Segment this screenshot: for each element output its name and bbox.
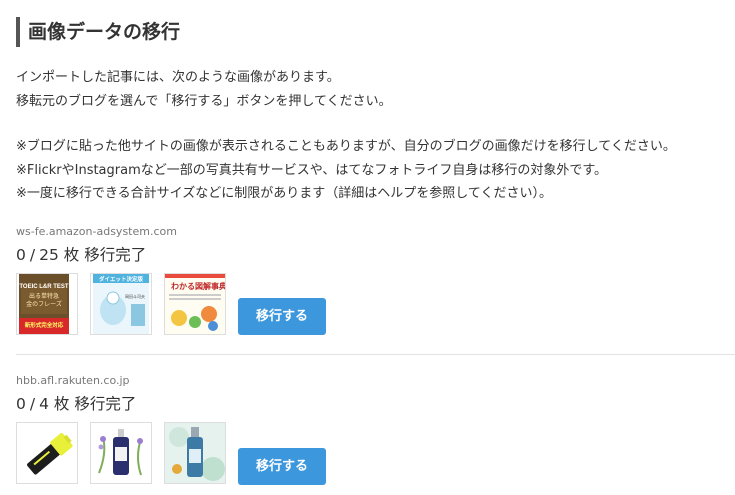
note-line: ※ブログに貼った他サイトの画像が表示されることもありますが、自分のブログの画像だ… xyxy=(16,139,676,154)
migration-count: 0/4 枚 移行完了 xyxy=(16,393,735,415)
migrate-button[interactable]: 移行する xyxy=(238,448,326,485)
intro-line: インポートした記事には、次のような画像があります。 xyxy=(16,70,340,85)
thumbnail-list: TOEIC L&R TEST 出る単特急 金のフレーズ 新形式完全対応 ダイエッ… xyxy=(16,273,226,335)
migration-count: 0/25 枚 移行完了 xyxy=(16,244,735,266)
lavender-spray-thumbnail xyxy=(90,422,152,484)
notes-text: ※ブログに貼った他サイトの画像が表示されることもありますが、自分のブログの画像だ… xyxy=(16,135,676,206)
diet-book-thumbnail: ダイエット決定版 岡田斗司夫 xyxy=(90,273,152,335)
count-separator: / xyxy=(29,246,36,264)
highlighter-product-thumbnail xyxy=(16,422,78,484)
note-line: ※FlickrやInstagramなど一部の写真共有サービスや、はてなフォトライ… xyxy=(16,162,608,178)
migrated-count: 0 xyxy=(16,246,26,264)
section-divider xyxy=(16,354,735,355)
total-count: 4 xyxy=(39,395,49,413)
migrated-count: 0 xyxy=(16,395,26,413)
intro-line: 移転元のブログを選んで「移行する」ボタンを押してください。 xyxy=(16,93,392,109)
total-count: 25 xyxy=(39,246,59,264)
illustrated-dictionary-thumbnail: わかる図解事典 xyxy=(164,273,226,335)
diet-title-text: ダイエット決定版 xyxy=(99,275,143,283)
toeic-subtitle2-text: 金のフレーズ xyxy=(26,300,62,308)
image-source-section: hbb.afl.rakuten.co.jp 0/4 枚 移行完了 移行する xyxy=(16,374,735,485)
count-separator: / xyxy=(29,395,36,413)
mist-bottle-thumbnail xyxy=(164,422,226,484)
source-domain: ws-fe.amazon-adsystem.com xyxy=(16,225,177,238)
toeic-book-thumbnail: TOEIC L&R TEST 出る単特急 金のフレーズ 新形式完全対応 xyxy=(16,273,78,335)
toeic-banner-text: 新形式完全対応 xyxy=(25,321,64,329)
note-line: ※一度に移行できる合計サイズなどに制限があります（詳細はヘルプを参照してください… xyxy=(16,186,552,201)
toeic-subtitle-text: 出る単特急 xyxy=(29,292,59,300)
dictionary-title-text: わかる図解事典 xyxy=(171,281,225,291)
diet-author-text: 岡田斗司夫 xyxy=(125,293,145,299)
toeic-title-text: TOEIC L&R TEST xyxy=(19,284,69,290)
thumbnail-list xyxy=(16,422,226,484)
count-suffix: 枚 移行完了 xyxy=(53,395,137,413)
image-source-section: ws-fe.amazon-adsystem.com 0/25 枚 移行完了 TO… xyxy=(16,225,735,335)
migrate-button[interactable]: 移行する xyxy=(238,298,326,335)
source-domain: hbb.afl.rakuten.co.jp xyxy=(16,374,130,387)
migration-page: 画像データの移行 インポートした記事には、次のような画像があります。 移転元のブ… xyxy=(0,0,735,495)
count-suffix: 枚 移行完了 xyxy=(63,246,147,264)
page-title: 画像データの移行 xyxy=(16,17,180,47)
intro-text: インポートした記事には、次のような画像があります。 移転元のブログを選んで「移行… xyxy=(16,66,392,113)
